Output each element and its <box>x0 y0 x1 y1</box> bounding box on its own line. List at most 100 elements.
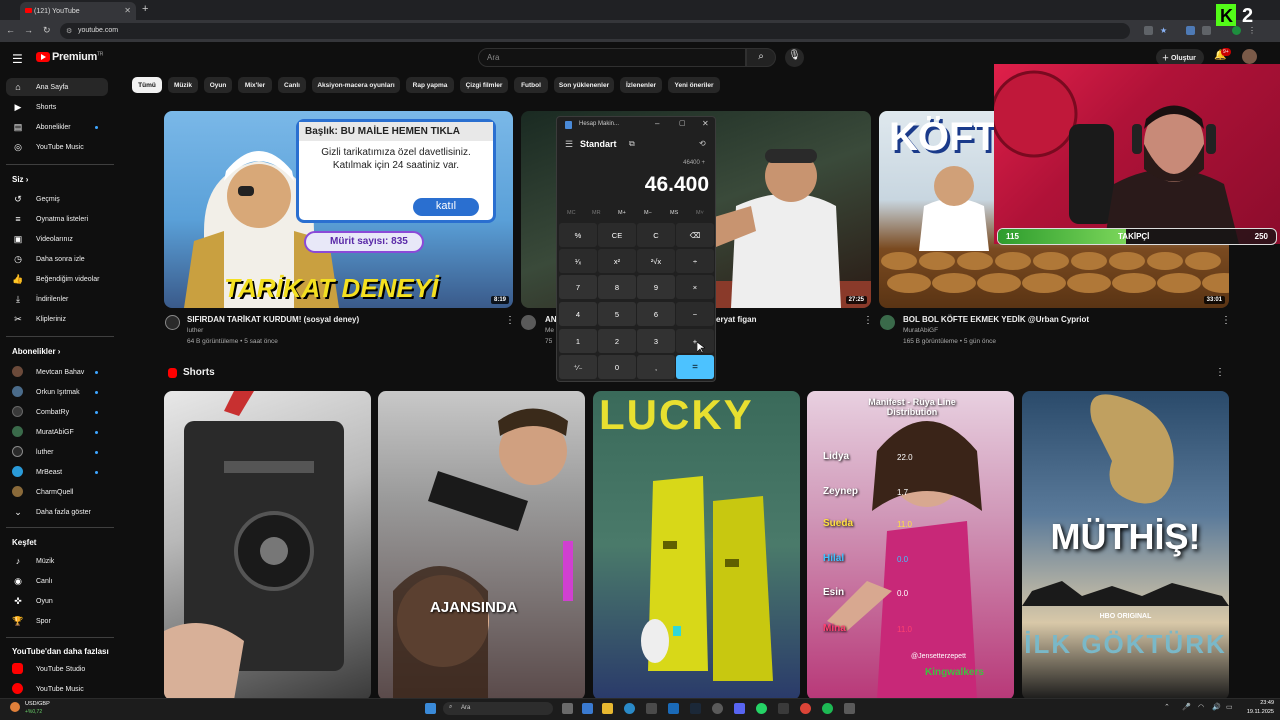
brand-label[interactable]: PremiumTR <box>52 51 103 63</box>
show-more-button[interactable]: ⌄ Daha fazla göster <box>6 503 108 521</box>
video-title-tail[interactable]: eryat figan <box>716 315 756 324</box>
browser-tab[interactable]: (121) YouTube ✕ <box>20 2 136 20</box>
digit-key[interactable]: 7 <box>559 275 597 299</box>
outlook-icon[interactable] <box>668 703 679 714</box>
video-title[interactable]: SIFIRDAN TARİKAT KURDUM! (sosyal deney) <box>187 315 359 324</box>
sidebar-item-gaming[interactable]: ✜ Oyun <box>6 592 108 610</box>
multiply-key[interactable]: × <box>676 275 714 299</box>
sidebar-sub-item[interactable]: Mevtcan Bahav <box>6 363 108 381</box>
clock-time[interactable]: 23:49 <box>1244 700 1274 706</box>
chip[interactable]: Canlı <box>278 77 306 93</box>
extensions-puzzle-icon[interactable] <box>1202 26 1211 35</box>
channel-name[interactable]: Me <box>545 327 554 334</box>
spotify-icon[interactable] <box>822 703 833 714</box>
sidebar-sub-item[interactable]: CharmQuell <box>6 483 108 501</box>
store-icon[interactable] <box>646 703 657 714</box>
digit-key[interactable]: 3 <box>637 329 675 353</box>
percent-key[interactable]: % <box>559 223 597 247</box>
site-info-icon[interactable]: ⚙ <box>66 27 72 35</box>
square-key[interactable]: x² <box>598 249 636 273</box>
channel-name[interactable]: MuratAbiGF <box>903 327 938 334</box>
digit-key[interactable]: 4 <box>559 302 597 326</box>
stock-widget-icon[interactable] <box>10 702 20 712</box>
new-tab-button[interactable]: + <box>142 3 148 15</box>
section-header-you[interactable]: Siz › <box>12 175 28 184</box>
profile-icon[interactable] <box>1232 26 1241 35</box>
minus-key[interactable]: − <box>676 302 714 326</box>
channel-avatar[interactable] <box>165 315 180 330</box>
digit-key[interactable]: 8 <box>598 275 636 299</box>
more-options-icon[interactable]: ⋮ <box>505 315 515 326</box>
sidebar-sub-item[interactable]: luther <box>6 443 108 461</box>
chip[interactable]: Rap yapma <box>406 77 454 93</box>
short-thumbnail[interactable]: Manifest - Rüya Line Distribution Lidya … <box>807 391 1014 700</box>
search-button[interactable]: ⌕ <box>746 48 776 67</box>
wifi-icon[interactable]: ◠ <box>1198 703 1204 711</box>
close-tab-icon[interactable]: ✕ <box>124 6 131 15</box>
clear-entry-key[interactable]: CE <box>598 223 636 247</box>
sidebar-item-subscriptions[interactable]: ▤ Abonelikler <box>6 118 108 136</box>
sidebar-item-downloads[interactable]: ⤓ İndirilenler <box>6 290 108 308</box>
sidebar-item-history[interactable]: ↺ Geçmiş <box>6 190 108 208</box>
chip-all[interactable]: Tümü <box>132 77 162 93</box>
sidebar-item-your-videos[interactable]: ▣ Videolarınız <box>6 230 108 248</box>
digit-key[interactable]: 5 <box>598 302 636 326</box>
maximize-icon[interactable]: ▢ <box>679 119 686 127</box>
digit-key[interactable]: 2 <box>598 329 636 353</box>
keep-on-top-icon[interactable]: ⧉ <box>629 139 635 149</box>
close-icon[interactable]: ✕ <box>702 119 709 128</box>
square-root-key[interactable]: ²√x <box>637 249 675 273</box>
channel-avatar[interactable] <box>880 315 895 330</box>
search-input[interactable]: Ara <box>478 48 746 67</box>
channel-name[interactable]: luther <box>187 327 203 334</box>
address-bar[interactable]: ⚙ youtube.com <box>60 23 1130 39</box>
shorts-more-options-icon[interactable]: ⋮ <box>1215 367 1225 378</box>
cast-icon[interactable] <box>1144 26 1153 35</box>
clock-date[interactable]: 19.11.2025 <box>1238 709 1274 715</box>
memory-store-button[interactable]: MS <box>670 210 678 216</box>
history-icon[interactable]: ⟲ <box>699 139 706 148</box>
more-options-icon[interactable]: ⋮ <box>863 315 873 326</box>
task-view-icon[interactable] <box>562 703 573 714</box>
chip[interactable]: Çizgi filmler <box>460 77 508 93</box>
memory-recall-button[interactable]: MR <box>592 210 601 216</box>
short-thumbnail[interactable]: AJANSINDA <box>378 391 585 700</box>
steam-icon[interactable] <box>690 703 701 714</box>
chip[interactable]: Yeni öneriler <box>668 77 720 93</box>
battery-icon[interactable]: ▭ <box>1226 703 1233 711</box>
video-title[interactable]: BOL BOL KÖFTE EKMEK YEDİK @Urban Cypriot <box>903 315 1089 324</box>
sidebar-sub-item[interactable]: MuratAbiGF <box>6 423 108 441</box>
chrome-icon[interactable] <box>800 703 811 714</box>
edge-icon[interactable] <box>624 703 635 714</box>
chip[interactable]: Futbol <box>514 77 548 93</box>
sidebar-item-clips[interactable]: ✂ Klipleriniz <box>6 310 108 328</box>
volume-icon[interactable]: 🔊 <box>1212 703 1221 711</box>
digit-key[interactable]: 9 <box>637 275 675 299</box>
sidebar-item-liked-videos[interactable]: 👍 Beğendiğim videolar <box>6 270 108 288</box>
memory-clear-button[interactable]: MC <box>567 210 576 216</box>
reciprocal-key[interactable]: ¹⁄ₓ <box>559 249 597 273</box>
more-options-icon[interactable]: ⋮ <box>1221 315 1231 326</box>
minimize-icon[interactable]: – <box>655 119 659 128</box>
sidebar-item-sports[interactable]: 🏆 Spor <box>6 612 108 630</box>
sidebar-item-watch-later[interactable]: ◷ Daha sonra izle <box>6 250 108 268</box>
plus-key[interactable]: + <box>676 329 714 353</box>
tray-chevron-icon[interactable]: ⌃ <box>1164 703 1170 711</box>
youtube-logo-icon[interactable] <box>36 52 50 62</box>
chip[interactable]: Oyun <box>204 77 232 93</box>
sidebar-item-youtube-music[interactable]: ◎ YouTube Music <box>6 138 108 156</box>
tray-mic-icon[interactable]: 🎤 <box>1182 703 1191 711</box>
short-thumbnail[interactable] <box>164 391 371 700</box>
sidebar-item-youtube-studio[interactable]: YouTube Studio <box>6 660 108 678</box>
nav-menu-icon[interactable]: ☰ <box>565 139 573 150</box>
account-avatar[interactable] <box>1242 49 1257 64</box>
digit-key[interactable]: 6 <box>637 302 675 326</box>
discord-icon[interactable] <box>734 703 745 714</box>
memory-subtract-button[interactable]: M− <box>644 210 652 216</box>
sidebar-item-shorts[interactable]: ▶ Shorts <box>6 98 108 116</box>
memory-list-button[interactable]: M˅ <box>696 210 704 216</box>
digit-key[interactable]: 1 <box>559 329 597 353</box>
clear-key[interactable]: C <box>637 223 675 247</box>
chip[interactable]: Son yüklenenler <box>554 77 614 93</box>
menu-dots-icon[interactable]: ⋮ <box>1248 26 1257 35</box>
